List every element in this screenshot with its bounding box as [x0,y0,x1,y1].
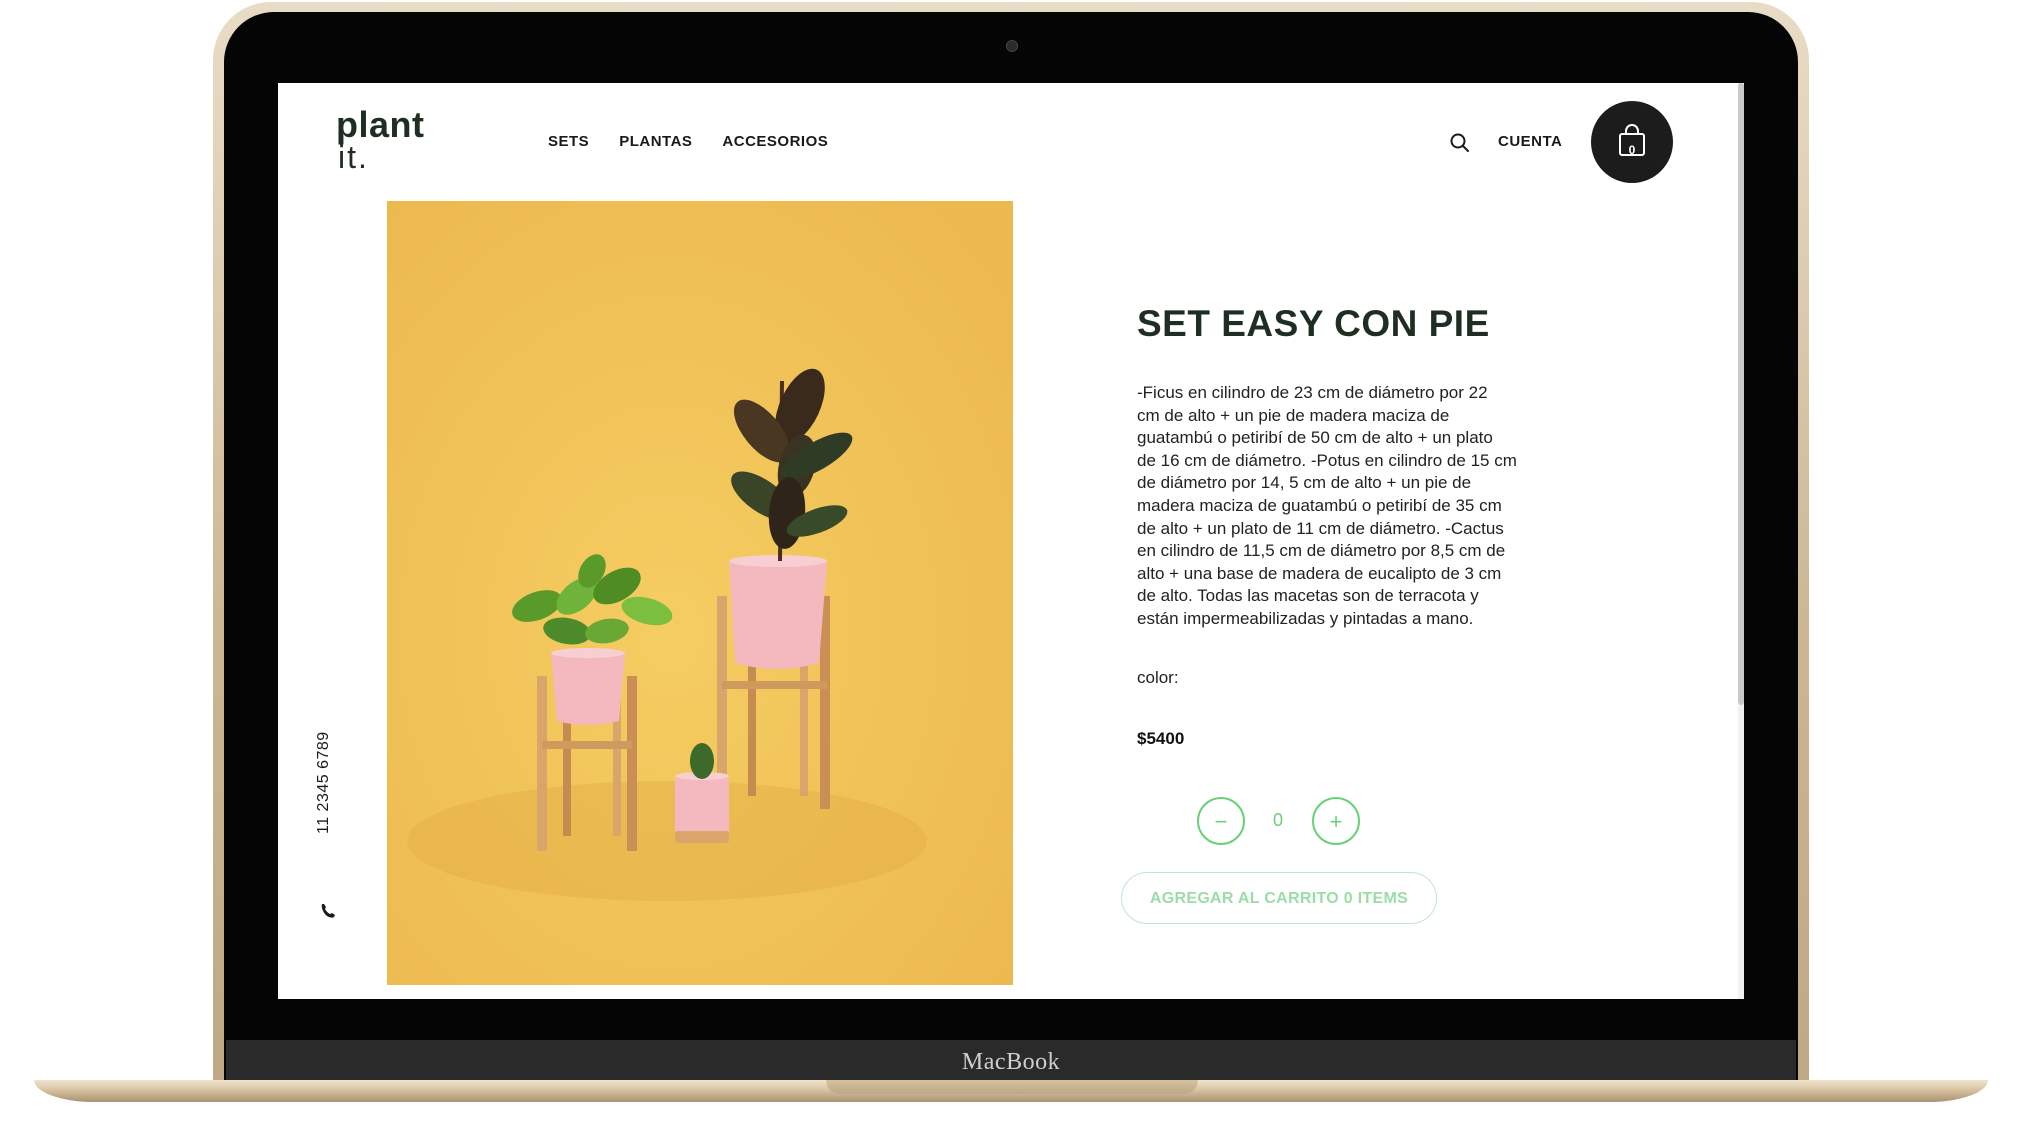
site-logo[interactable]: plant it. [336,104,425,175]
scrollbar[interactable] [1738,83,1744,999]
description-line: están impermeabilizadas y pintadas a man… [1137,608,1474,628]
phone-icon [318,901,338,921]
phone-number[interactable]: 11 2345 6789 [315,731,337,834]
camera [1006,40,1018,52]
logo-line-2: it. [338,139,369,175]
add-to-cart-button[interactable]: AGREGAR AL CARRITO 0 ITEMS [1121,872,1437,924]
color-label: color: [1137,668,1179,687]
browser-viewport: plant it. SETS PLANTAS ACCESORIOS CUENTA… [278,83,1744,999]
description-line: de 16 cm de diámetro. -Potus en cilindro… [1137,450,1517,470]
quantity-value: 0 [1272,810,1283,830]
description-line: de diámetro por 14, 5 cm de alto + un pi… [1137,473,1472,493]
scrollbar-thumb[interactable] [1738,83,1744,705]
description-line: alto + una base de madera de eucalipto d… [1137,563,1502,583]
main-nav: SETS PLANTAS ACCESORIOS [548,133,828,150]
increase-quantity-button[interactable]: + [1312,797,1360,845]
nav-accesorios[interactable]: ACCESORIOS [722,133,828,150]
description-line: de alto + un plato de 11 cm de diámetro.… [1137,518,1504,538]
account-link[interactable]: CUENTA [1498,133,1562,150]
description-line: -Ficus en cilindro de 23 cm de diámetro … [1137,383,1488,402]
description-line: guatambú o petiribí de 50 cm de alto + u… [1137,428,1493,448]
laptop-brand-label: MacBook [961,1049,1061,1075]
description-line: de alto. Todas las macetas son de terrac… [1137,586,1479,606]
description-line: madera maciza de guatambú o petiribí de … [1137,495,1502,515]
description-line: cm de alto + un pie de madera maciza de [1137,405,1450,425]
nav-plantas[interactable]: PLANTAS [619,133,692,150]
product-title: SET EASY CON PIE [1137,303,1490,344]
product-description: -Ficus en cilindro de 23 cm de diámetro … [1137,382,1545,631]
description-line: en cilindro de 11,5 cm de diámetro por 8… [1137,541,1506,561]
cart-count: 0 [1628,143,1636,157]
search-icon[interactable] [1448,131,1472,155]
product-price: $5400 [1137,729,1185,748]
nav-sets[interactable]: SETS [548,133,589,150]
product-image [387,201,1013,985]
laptop-notch [826,1080,1198,1094]
cart-button[interactable]: 0 [1591,101,1673,183]
decrease-quantity-button[interactable]: − [1197,797,1245,845]
logo-line-1: plant [336,104,425,145]
